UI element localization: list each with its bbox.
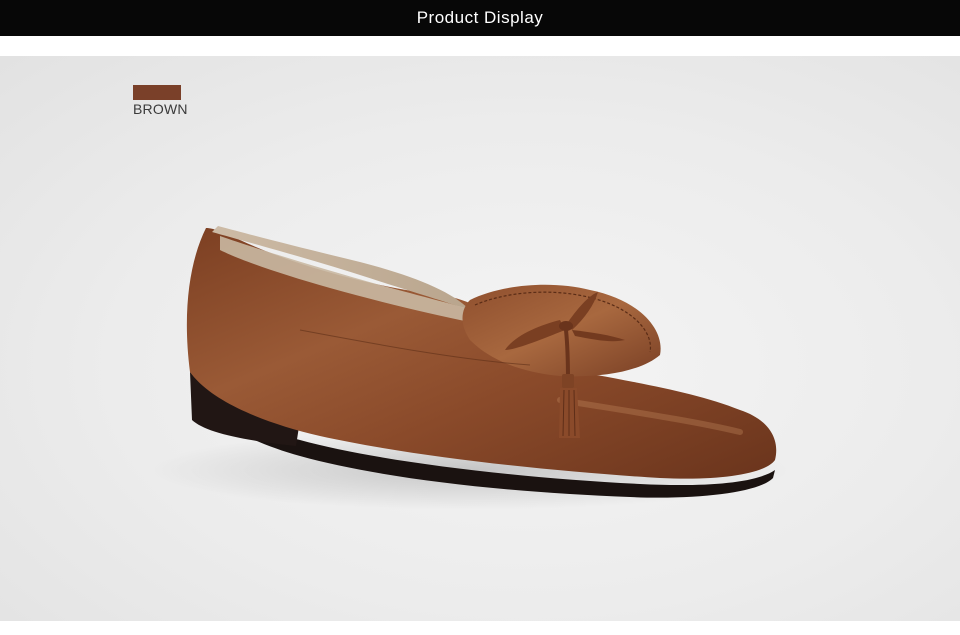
bow-knot (559, 321, 573, 331)
tassel-cord (564, 329, 570, 381)
product-image (150, 226, 790, 510)
tassel-cap (562, 374, 574, 388)
